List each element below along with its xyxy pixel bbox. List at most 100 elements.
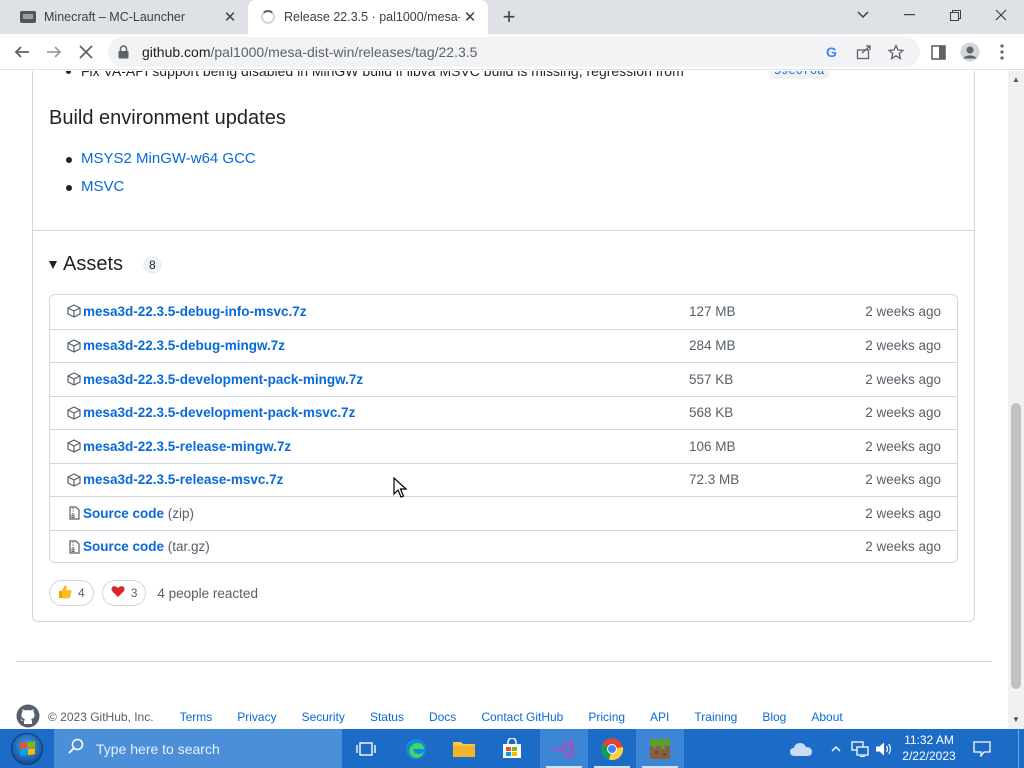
search-placeholder: Type here to search [96,740,220,757]
asset-date: 2 weeks ago [865,405,941,421]
asset-date: 2 weeks ago [865,304,941,320]
heart-count: 3 [130,586,138,600]
minecraft-favicon-icon [20,9,36,25]
start-button[interactable] [0,729,54,768]
taskbar-chrome[interactable] [588,729,636,768]
tab-search-chevron-icon[interactable] [840,0,886,30]
scrollbar-thumb[interactable] [1011,403,1021,689]
taskbar-edge[interactable] [392,729,440,768]
scroll-up-arrow-icon[interactable]: ▲ [1012,75,1020,84]
network-icon[interactable] [848,729,872,768]
source-zip-link[interactable]: Source code (zip) [83,506,194,521]
package-icon [67,372,81,386]
file-zip-icon [69,539,80,554]
footer-link-docs[interactable]: Docs [429,710,456,724]
asset-row: Source code (tar.gz) 2 weeks ago [50,529,957,564]
action-center-icon[interactable] [966,729,998,768]
store-icon [503,737,521,758]
asset-date: 2 weeks ago [865,505,941,521]
asset-link[interactable]: mesa3d-22.3.5-release-mingw.7z [83,439,291,454]
asset-date: 2 weeks ago [865,438,941,454]
minimize-button[interactable] [886,0,932,30]
show-hidden-icons-icon[interactable] [826,729,846,768]
share-icon[interactable] [852,40,876,64]
task-view-button[interactable] [342,729,390,768]
footer-link-contact[interactable]: Contact GitHub [481,710,563,724]
asset-row: mesa3d-22.3.5-debug-mingw.7z 284 MB 2 we… [50,328,957,363]
taskbar-minecraft[interactable] [636,729,684,768]
back-arrow-icon[interactable] [8,38,36,66]
taskbar-visual-studio[interactable] [540,729,588,768]
commit-link[interactable]: 59e0f0a [769,71,830,79]
heart-reaction[interactable]: 3 [101,580,147,606]
taskbar-file-explorer[interactable] [440,729,488,768]
close-tab-icon[interactable]: ✕ [220,7,240,27]
asset-date: 2 weeks ago [865,371,941,387]
heart-icon [111,585,125,601]
minecraft-grass-block-icon [650,738,670,759]
volume-icon[interactable] [872,729,896,768]
stop-loading-icon[interactable] [72,38,100,66]
asset-link[interactable]: mesa3d-22.3.5-release-msvc.7z [83,472,283,487]
menu-dots-icon[interactable] [988,38,1016,66]
asset-row: mesa3d-22.3.5-release-msvc.7z 72.3 MB 2 … [50,462,957,497]
footer-link-about[interactable]: About [811,710,842,724]
file-zip-icon [69,506,80,520]
thumbs-up-count: 4 [78,586,85,600]
show-desktop-button[interactable] [1018,729,1024,768]
profile-avatar-icon[interactable] [956,38,984,66]
asset-link[interactable]: mesa3d-22.3.5-development-pack-msvc.7z [83,405,355,420]
footer-link-privacy[interactable]: Privacy [237,710,276,724]
side-panel-icon[interactable] [924,38,952,66]
release-note-line: Fix VA-API support being disabled in Min… [81,71,684,79]
bookmark-star-icon[interactable] [884,40,908,64]
msys2-link[interactable]: MSYS2 MinGW-w64 GCC [81,150,256,167]
edge-icon [406,738,426,759]
asset-date: 2 weeks ago [865,338,941,354]
footer-link-terms[interactable]: Terms [180,710,213,724]
assets-heading: Assets [63,253,124,275]
tab-minecraft[interactable]: Minecraft – MC-Launcher ✕ [8,0,248,34]
address-bar[interactable]: github.com/pal1000/mesa-dist-win/release… [108,37,920,67]
asset-row: mesa3d-22.3.5-development-pack-msvc.7z 5… [50,395,957,430]
asset-link[interactable]: mesa3d-22.3.5-debug-mingw.7z [83,338,285,353]
asset-date: 2 weeks ago [865,472,941,488]
reaction-summary: 4 people reacted [157,585,258,601]
source-targz-link[interactable]: Source code (tar.gz) [83,539,210,554]
assets-count-badge: 8 [143,255,162,274]
asset-size: 127 MB [689,304,736,320]
lock-icon[interactable] [118,45,129,64]
taskbar-store[interactable] [488,729,536,768]
scroll-down-arrow-icon[interactable]: ▼ [1012,715,1020,724]
footer-link-api[interactable]: API [650,710,669,724]
google-lens-icon[interactable]: G [820,40,844,64]
asset-link[interactable]: mesa3d-22.3.5-development-pack-mingw.7z [83,372,363,387]
package-icon [67,439,81,453]
thumbs-up-reaction[interactable]: 4 [49,580,94,606]
assets-toggle[interactable]: Assets 8 [49,253,162,276]
taskbar-clock[interactable]: 11:32 AM 2/22/2023 [896,732,962,764]
restore-button[interactable] [932,0,978,30]
msvc-link[interactable]: MSVC [81,178,124,195]
assets-list: mesa3d-22.3.5-debug-info-msvc.7z 127 MB … [49,294,958,563]
vertical-scrollbar[interactable]: ▲ ▼ [1008,71,1024,729]
folder-icon [453,741,475,757]
footer-link-blog[interactable]: Blog [762,710,786,724]
footer-divider [16,661,992,662]
footer-link-status[interactable]: Status [370,710,404,724]
tab-mesa-release[interactable]: Release 22.3.5 · pal1000/mesa-di ✕ [248,0,488,34]
asset-size: 284 MB [689,338,736,354]
onedrive-icon[interactable] [784,729,818,768]
github-logo-icon[interactable] [16,704,40,730]
close-tab-icon[interactable]: ✕ [460,7,480,27]
asset-size: 568 KB [689,405,734,421]
forward-arrow-icon[interactable] [40,38,68,66]
new-tab-button[interactable]: + [498,6,520,29]
taskbar-search-box[interactable]: Type here to search [54,729,342,768]
footer-link-security[interactable]: Security [302,710,345,724]
close-window-button[interactable] [978,0,1024,30]
asset-link[interactable]: mesa3d-22.3.5-debug-info-msvc.7z [83,304,307,319]
clock-time: 11:32 AM [904,733,954,747]
footer-link-pricing[interactable]: Pricing [588,710,625,724]
footer-link-training[interactable]: Training [694,710,737,724]
